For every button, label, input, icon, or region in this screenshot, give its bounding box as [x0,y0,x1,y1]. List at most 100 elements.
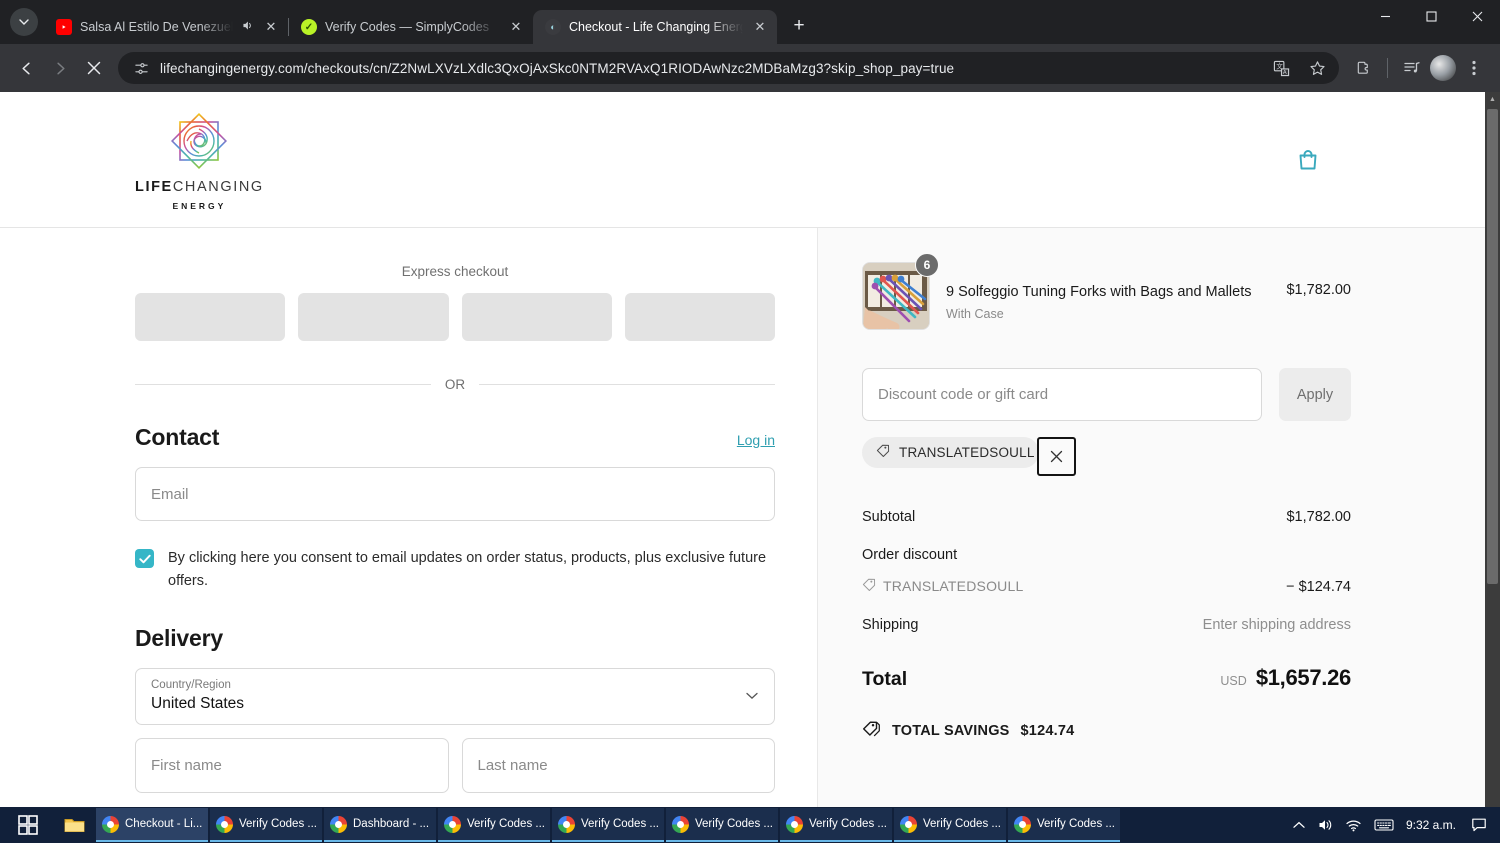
new-tab-button[interactable]: + [785,12,813,40]
chevron-down-icon [746,691,758,703]
contact-title: Contact [135,424,220,450]
browser-tab-1[interactable]: ✓ Verify Codes — SimplyCodes ✕ [289,10,533,44]
star-icon[interactable] [1301,52,1333,84]
total-label: Total [862,668,908,690]
subtotal-label: Subtotal [862,509,916,525]
or-divider: OR [135,377,775,392]
close-button[interactable] [1454,0,1500,32]
taskbar-item-8[interactable]: Verify Codes ... [1008,808,1120,842]
tab-title: Salsa Al Estilo De Venezuela [80,20,233,34]
tab-close-icon[interactable]: ✕ [507,18,525,36]
window-controls [1362,0,1500,44]
order-discount-row: Order discount [862,547,1351,563]
tab-search-button[interactable] [10,8,38,36]
chrome-icon [786,815,803,833]
store-header: LIFECHANGING ENERGY [0,92,1485,227]
last-name-field[interactable]: Last name [461,738,775,793]
discount-code-detail: TRANSLATEDSOULL [862,577,1023,594]
product-price: $1,782.00 [1286,282,1351,298]
chrome-icon [900,815,917,833]
windows-start-icon[interactable] [4,807,52,843]
browser-tab-2-active[interactable]: ◐ Checkout - Life Changing Energ ✕ [533,10,777,44]
delivery-section-header: Delivery [135,625,775,652]
express-pay-button-2[interactable] [298,293,449,341]
speaker-icon[interactable] [1317,817,1333,833]
country-region-value: United States [151,695,245,712]
total-amount: $1,657.26 [1255,665,1351,690]
apply-discount-button[interactable]: Apply [1279,368,1351,421]
country-region-label: Country/Region [151,679,231,691]
windows-taskbar: Checkout - Li... Verify Codes ... Dashbo… [0,807,1500,843]
product-info: 9 Solfeggio Tuning Forks with Bags and M… [946,262,1270,321]
toolbar-divider [1387,58,1388,78]
taskbar-item-1[interactable]: Verify Codes ... [210,808,322,842]
notification-icon[interactable] [1468,814,1490,836]
product-thumbnail-wrap: 6 [862,253,939,330]
email-consent-checkbox[interactable] [135,549,154,568]
shopping-bag-icon[interactable] [1291,143,1325,177]
tab-strip: Salsa Al Estilo De Venezuela ✕ ✓ Verify … [0,0,1500,44]
maximize-button[interactable] [1408,0,1454,32]
scrollbar-thumb[interactable] [1487,109,1498,584]
tag-icon [862,577,876,594]
scroll-up-arrow[interactable]: ▲ [1485,92,1500,107]
wifi-icon[interactable] [1345,818,1362,832]
chevron-up-icon[interactable] [1293,821,1305,829]
email-consent-row[interactable]: By clicking here you consent to email up… [135,547,775,593]
express-pay-button-1[interactable] [135,293,286,341]
taskbar-item-7[interactable]: Verify Codes ... [894,808,1006,842]
youtube-icon [56,19,72,35]
back-arrow-icon[interactable] [10,52,42,84]
taskbar-item-2[interactable]: Dashboard - ... [324,808,436,842]
media-control-icon[interactable] [1396,52,1428,84]
first-name-field[interactable]: First name [135,738,449,793]
email-field[interactable]: Email [135,467,775,521]
express-checkout-label: Express checkout [401,264,509,279]
minimize-button[interactable] [1362,0,1408,32]
logo-wordmark: LIFECHANGING [135,178,264,195]
taskbar-item-4[interactable]: Verify Codes ... [552,808,664,842]
lifechanging-icon: ◐ [545,19,561,35]
taskbar-item-label: Verify Codes ... [467,818,544,830]
taskbar-item-label: Dashboard - ... [353,818,430,830]
taskbar-item-0[interactable]: Checkout - Li... [96,808,208,842]
country-region-select[interactable]: Country/Region United States [135,668,775,725]
taskbar-clock[interactable]: 9:32 a.m. [1406,818,1456,832]
express-pay-button-4[interactable] [624,293,775,341]
tab-close-icon[interactable]: ✕ [262,18,280,36]
checkout-page: LIFECHANGING ENERGY Express checkout OR … [0,92,1485,807]
order-line-item: 6 9 Solfeggio Tuning Forks with Bags and… [862,253,1351,330]
discount-code-line: TRANSLATEDSOULL − $124.74 [862,577,1351,595]
three-dot-menu-icon[interactable] [1458,52,1490,84]
simplycodes-icon: ✓ [301,19,317,35]
extensions-icon[interactable] [1347,52,1379,84]
page-scrollbar[interactable]: ▲ [1485,92,1500,807]
tab-close-icon[interactable]: ✕ [751,18,769,36]
remove-discount-button[interactable] [1036,437,1076,476]
profile-avatar[interactable] [1430,55,1456,81]
taskbar-item-3[interactable]: Verify Codes ... [438,808,550,842]
taskbar-item-label: Checkout - Li... [125,818,202,830]
name-fields-row: First name Last name [135,738,775,793]
order-discount-label: Order discount [862,547,958,563]
store-logo[interactable]: LIFECHANGING ENERGY [135,109,264,211]
browser-tab-0[interactable]: Salsa Al Estilo De Venezuela ✕ [44,10,288,44]
order-totals: Subtotal $1,782.00 Order discount TRANSL… [862,509,1351,743]
taskbar-item-label: Verify Codes ... [923,818,1000,830]
stop-loading-icon[interactable] [78,52,110,84]
taskbar-item-6[interactable]: Verify Codes ... [780,808,892,842]
discount-code-input[interactable]: Discount code or gift card [862,368,1262,421]
folder-icon[interactable] [52,807,96,843]
address-bar[interactable]: lifechangingenergy.com/checkouts/cn/Z2Nw… [118,52,1339,84]
keyboard-icon[interactable] [1374,818,1394,832]
log-in-link[interactable]: Log in [737,432,775,448]
browser-window: Salsa Al Estilo De Venezuela ✕ ✓ Verify … [0,0,1500,843]
speaker-icon[interactable] [241,19,254,35]
page-settings-icon[interactable] [132,59,150,77]
discount-code-placeholder: Discount code or gift card [878,386,1049,403]
chrome-icon [330,815,347,833]
translate-icon[interactable]: 文 A [1265,52,1297,84]
express-pay-button-3[interactable] [461,293,612,341]
divider-line-right [479,384,775,385]
taskbar-item-5[interactable]: Verify Codes ... [666,808,778,842]
